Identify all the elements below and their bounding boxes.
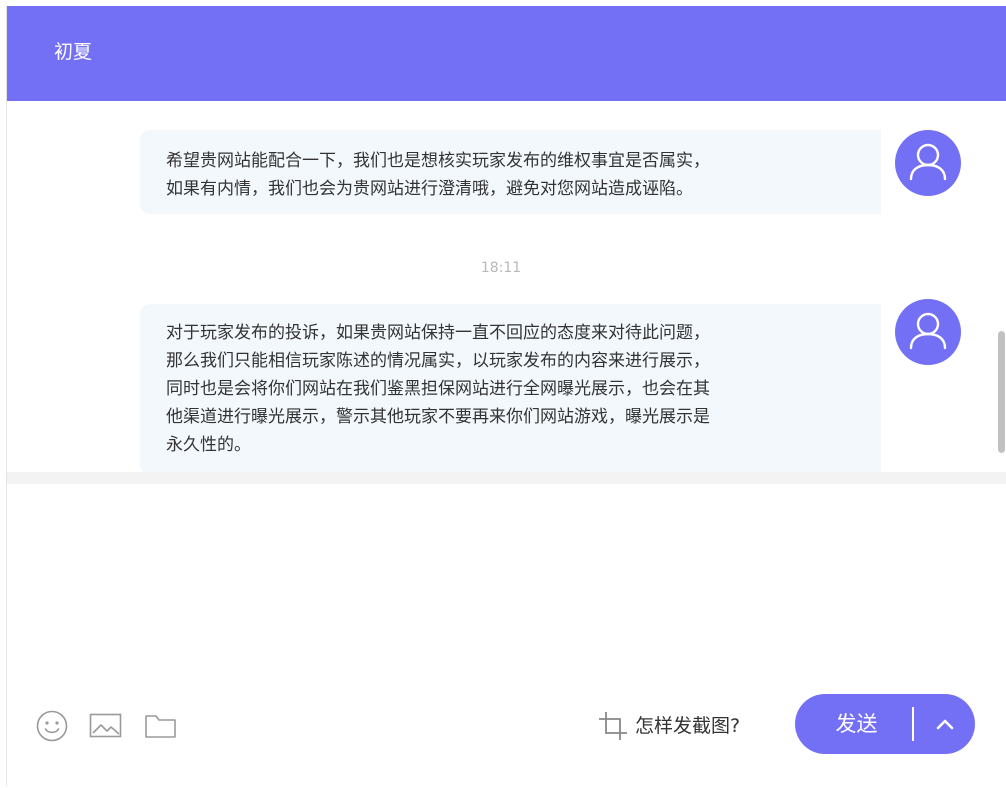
message-line: 希望贵网站能配合一下，我们也是想核实玩家发布的维权事宜是否属实，	[166, 151, 710, 171]
send-divider	[912, 707, 914, 741]
screenshot-help-link[interactable]: 怎样发截图?	[597, 711, 740, 741]
emoji-icon[interactable]	[35, 709, 69, 747]
folder-icon[interactable]	[144, 712, 178, 744]
avatar	[895, 130, 961, 196]
chat-header: 初夏	[7, 6, 1006, 101]
message-scrollbar[interactable]	[995, 101, 1006, 472]
send-button[interactable]: 发送	[795, 694, 912, 754]
message-line: 永久性的。	[166, 435, 251, 455]
user-icon	[909, 312, 947, 350]
message-line: 他渠道进行曝光展示，警示其他玩家不要再来你们网站游戏，曝光展示是	[166, 407, 710, 427]
message-input-area[interactable]: 怎样发截图? 发送	[7, 484, 1006, 786]
message-line: 那么我们只能相信玩家陈述的情况属实，以玩家发布的内容来进行展示，	[166, 351, 710, 371]
message-line: 同时也是会将你们网站在我们鉴黑担保网站进行全网曝光展示，也会在其	[166, 379, 710, 399]
chevron-up-icon	[936, 719, 954, 730]
user-icon	[909, 143, 947, 181]
message-bubble: 对于玩家发布的投诉，如果贵网站保持一直不回应的态度来对待此问题， 那么我们只能相…	[140, 304, 881, 472]
contact-name: 初夏	[54, 41, 93, 63]
message-line: 如果有内情，我们也会为贵网站进行澄清哦，避免对您网站造成诬陷。	[166, 179, 693, 199]
message-line: 对于玩家发布的投诉，如果贵网站保持一直不回应的态度来对待此问题，	[166, 323, 710, 343]
send-button-group: 发送	[795, 694, 975, 754]
message-list: 希望贵网站能配合一下，我们也是想核实玩家发布的维权事宜是否属实， 如果有内情，我…	[7, 101, 1006, 472]
scrollbar-thumb[interactable]	[998, 331, 1005, 453]
message-timestamp: 18:11	[480, 260, 522, 276]
send-options-button[interactable]	[916, 694, 975, 754]
image-icon[interactable]	[89, 713, 123, 743]
avatar	[895, 299, 961, 365]
crop-icon	[599, 712, 627, 740]
screenshot-help-label: 怎样发截图?	[635, 715, 741, 737]
message-bubble: 希望贵网站能配合一下，我们也是想核实玩家发布的维权事宜是否属实， 如果有内情，我…	[140, 130, 881, 214]
chat-window: 初夏 希望贵网站能配合一下，我们也是想核实玩家发布的维权事宜是否属实， 如果有内…	[6, 6, 1006, 786]
